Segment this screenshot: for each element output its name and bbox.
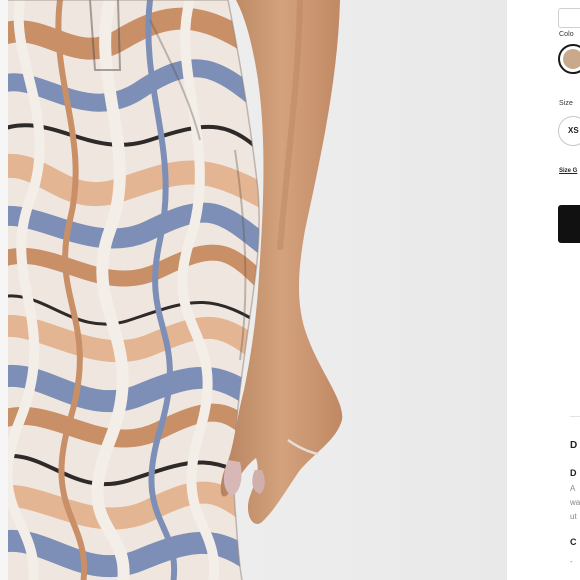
product-info-panel: Colo Size XS Size G D D A wa ut C - — [507, 0, 580, 580]
care-heading: C — [570, 537, 577, 547]
description-line-1: A — [570, 484, 576, 493]
description-heading: D — [570, 468, 577, 478]
size-guide-link[interactable]: Size G — [559, 168, 577, 174]
section-divider — [570, 416, 580, 417]
size-option-xs[interactable]: XS — [558, 116, 580, 146]
color-swatch-selected[interactable] — [558, 44, 580, 74]
top-selector[interactable] — [558, 8, 580, 28]
size-label: Size — [559, 100, 574, 107]
description-line-2: wa — [570, 498, 580, 507]
description-line-3: ut — [570, 512, 577, 521]
product-image[interactable] — [0, 0, 507, 580]
details-heading[interactable]: D — [570, 440, 577, 451]
care-line-1: - — [570, 557, 573, 566]
add-to-bag-button[interactable] — [558, 205, 580, 243]
color-label: Colo — [559, 31, 574, 38]
color-swatch-fill — [563, 49, 580, 69]
